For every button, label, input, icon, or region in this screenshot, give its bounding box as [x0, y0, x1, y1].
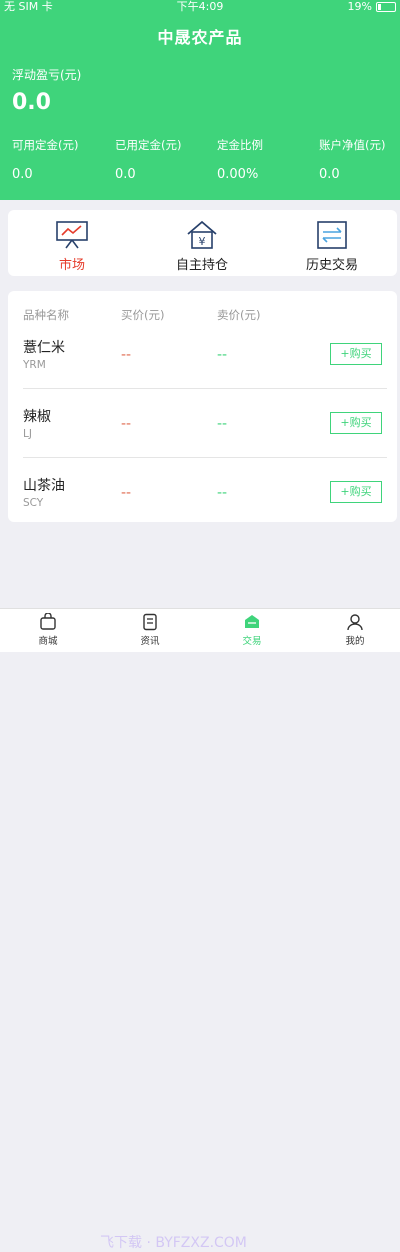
stat-value: 0.0: [12, 167, 33, 182]
nav-positions[interactable]: ¥ 自主持仓: [142, 210, 262, 276]
page-title: 中晟农产品: [157, 28, 243, 47]
buy-button[interactable]: +购买: [330, 412, 382, 434]
svg-text:¥: ¥: [199, 235, 206, 248]
product-list-card: 品种名称 买价(元) 卖价(元) 薏仁米 YRM -- -- +购买 辣椒 LJ…: [8, 291, 397, 522]
deposit-ratio: 定金比例 0.00%: [217, 137, 263, 182]
divider: [23, 388, 387, 389]
sell-price: --: [217, 416, 228, 432]
tab-label: 交易: [242, 636, 262, 647]
stat-value: 0.00%: [217, 167, 259, 182]
tab-trade[interactable]: 交易: [222, 613, 282, 647]
trade-icon: [245, 615, 259, 628]
divider: [23, 457, 387, 458]
buy-price: --: [121, 347, 132, 363]
shopping-bag-icon: [40, 613, 56, 630]
stat-value: 0.0: [115, 167, 136, 182]
stat-label: 已用定金(元): [115, 138, 182, 152]
product-name: 山茶油: [23, 478, 65, 494]
tab-label: 商城: [38, 636, 58, 647]
stat-label: 定金比例: [217, 138, 263, 152]
col-header-buy: 买价(元): [121, 308, 165, 322]
buy-button[interactable]: +购买: [330, 343, 382, 365]
product-code: YRM: [23, 359, 46, 371]
buy-price: --: [121, 416, 132, 432]
nav-label: 历史交易: [305, 258, 358, 273]
tab-news[interactable]: 资讯: [120, 613, 180, 647]
tab-label: 资讯: [140, 636, 160, 647]
product-code: SCY: [23, 497, 44, 509]
tab-mine[interactable]: 我的: [325, 613, 385, 647]
battery-icon: [376, 2, 396, 12]
col-header-sell: 卖价(元): [217, 308, 261, 322]
product-name: 辣椒: [23, 409, 51, 425]
user-icon: [347, 614, 363, 631]
nav-history[interactable]: 历史交易: [272, 210, 392, 276]
col-header-name: 品种名称: [23, 308, 69, 322]
status-bar: 无 SIM 卡 下午4:09 19%: [0, 0, 400, 14]
house-yen-icon: ¥: [187, 220, 217, 249]
battery-percent: 19%: [347, 0, 372, 13]
tab-mall[interactable]: 商城: [18, 613, 78, 647]
used-deposit: 已用定金(元) 0.0: [115, 137, 181, 182]
status-right: 19%: [348, 0, 396, 14]
buy-button[interactable]: +购买: [330, 481, 382, 503]
quick-nav-card: 市场 ¥ 自主持仓 历史交易: [8, 210, 397, 276]
nav-label: 市场: [58, 258, 85, 273]
exchange-arrows-icon: [317, 221, 347, 249]
product-code: LJ: [23, 428, 32, 440]
news-icon: [143, 613, 157, 631]
stat-value: 0.0: [319, 167, 340, 182]
bottom-tab-bar: 商城 资讯 交易 我的 飞下载 · BYFZXZ.COM: [0, 608, 400, 1251]
stat-label: 账户净值(元): [319, 138, 386, 152]
available-deposit: 可用定金(元) 0.0: [12, 137, 78, 182]
sell-price: --: [217, 347, 228, 363]
product-row[interactable]: 辣椒 LJ -- -- +购买: [8, 406, 397, 475]
floating-pnl-label: 浮动盈亏(元): [12, 68, 82, 82]
sell-price: --: [217, 485, 228, 501]
status-time: 下午4:09: [176, 0, 224, 13]
tab-label: 我的: [345, 636, 365, 647]
buy-price: --: [121, 485, 132, 501]
product-row[interactable]: 薏仁米 YRM -- -- +购买: [8, 337, 397, 406]
nav-market[interactable]: 市场: [12, 210, 132, 276]
account-net-value: 账户净值(元) 0.0: [319, 137, 385, 182]
chart-board-icon: [56, 221, 88, 249]
watermark-text: 飞下载 · BYFZXZ.COM: [100, 1235, 247, 1251]
product-name: 薏仁米: [23, 340, 65, 356]
header-section: 无 SIM 卡 下午4:09 19% 中晟农产品 浮动盈亏(元) 0.0 可用定…: [0, 0, 400, 200]
nav-label: 自主持仓: [175, 258, 228, 273]
product-row[interactable]: 山茶油 SCY -- -- +购买: [8, 475, 397, 544]
stat-label: 可用定金(元): [12, 138, 79, 152]
floating-pnl-value: 0.0: [12, 90, 51, 115]
